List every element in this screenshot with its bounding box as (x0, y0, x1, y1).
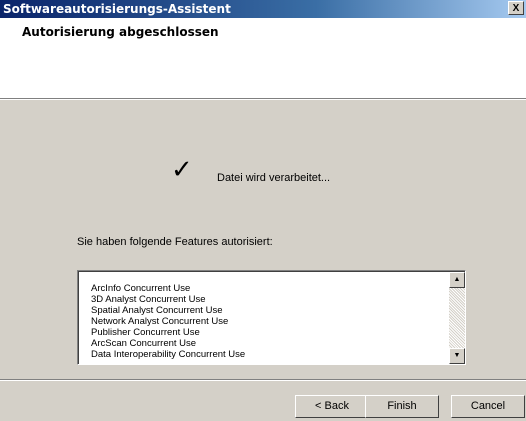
features-label: Sie haben folgende Features autorisiert: (77, 236, 273, 248)
close-button[interactable]: X (508, 1, 524, 15)
back-button[interactable]: < Back (295, 395, 369, 418)
page-title: Autorisierung abgeschlossen (22, 25, 219, 39)
list-item: ArcScan Concurrent Use (91, 338, 197, 349)
vertical-scrollbar[interactable]: ▲ ▼ (449, 272, 465, 364)
features-listbox[interactable]: ArcInfo Concurrent Use 3D Analyst Concur… (77, 270, 466, 365)
list-item: Publisher Concurrent Use (91, 327, 200, 338)
checkmark-icon: ✓ (171, 154, 193, 184)
list-item: Network Analyst Concurrent Use (91, 316, 229, 327)
status-text: Datei wird verarbeitet... (217, 172, 331, 184)
listbox-frame: ArcInfo Concurrent Use 3D Analyst Concur… (78, 271, 465, 364)
list-item: Data Interoperability Concurrent Use (91, 349, 246, 360)
feature-list: ArcInfo Concurrent Use 3D Analyst Concur… (91, 283, 441, 360)
scroll-up-button[interactable]: ▲ (449, 272, 465, 288)
finish-button[interactable]: Finish (365, 395, 439, 418)
list-item: Spatial Analyst Concurrent Use (91, 305, 223, 316)
title-bar: Softwareautorisierungs-Assistent X (0, 0, 526, 18)
list-item: ArcInfo Concurrent Use (91, 283, 191, 294)
header-divider (0, 99, 526, 100)
window-title: Softwareautorisierungs-Assistent (3, 2, 231, 16)
list-item: 3D Analyst Concurrent Use (91, 294, 206, 305)
cancel-button[interactable]: Cancel (451, 395, 525, 418)
footer-divider-highlight (0, 380, 526, 381)
scroll-down-button[interactable]: ▼ (449, 348, 465, 364)
